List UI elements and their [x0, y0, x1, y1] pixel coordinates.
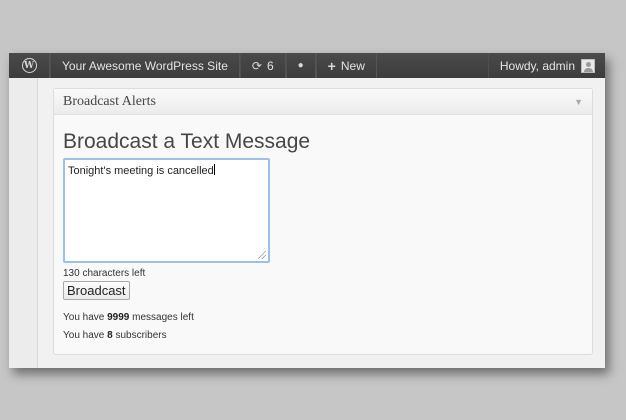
subscribers-suffix: subscribers: [115, 330, 167, 341]
messages-prefix: You have: [63, 312, 105, 323]
subscribers-status: You have 8 subscribers: [63, 330, 583, 341]
message-textarea[interactable]: Tonight's meeting is cancelled: [63, 158, 270, 263]
panel-title: Broadcast Alerts: [63, 93, 156, 109]
admin-sidebar: [9, 78, 38, 368]
updates-count: 6: [266, 58, 274, 73]
new-label: New: [340, 58, 365, 73]
message-text: Tonight's meeting is cancelled: [68, 165, 214, 177]
panel-content: Broadcast a Text Message Tonight's meeti…: [54, 130, 592, 341]
new-content-button[interactable]: + New: [315, 53, 377, 78]
plus-icon: +: [327, 57, 336, 74]
subscribers-prefix: You have: [63, 330, 105, 341]
site-name-label: Your Awesome WordPress Site: [62, 58, 228, 73]
updates-button[interactable]: ⟳ 6: [239, 53, 286, 78]
messages-left-status: You have 9999 messages left: [63, 312, 583, 323]
refresh-icon: ⟳: [251, 58, 262, 73]
panel-header[interactable]: Broadcast Alerts ▼: [54, 89, 592, 115]
avatar: [581, 58, 595, 73]
site-name-link[interactable]: Your Awesome WordPress Site: [50, 53, 240, 78]
text-cursor: [213, 164, 215, 175]
admin-bar: W Your Awesome WordPress Site ⟳ 6 ● + Ne…: [9, 53, 605, 78]
wordpress-logo-icon: W: [21, 58, 37, 73]
account-menu[interactable]: Howdy, admin: [487, 53, 605, 78]
page-heading: Broadcast a Text Message: [63, 130, 311, 153]
broadcast-alerts-panel: Broadcast Alerts ▼ Broadcast a Text Mess…: [53, 88, 593, 355]
collapse-arrow-icon[interactable]: ▼: [574, 97, 583, 107]
characters-left-counter: 130 characters left: [63, 268, 146, 279]
comments-button[interactable]: ●: [285, 53, 316, 78]
subscribers-count: 8: [107, 330, 113, 341]
speech-bubble-icon: ●: [297, 60, 304, 71]
wordpress-logo-button[interactable]: W: [9, 53, 50, 78]
messages-count: 9999: [107, 312, 130, 323]
messages-suffix: messages left: [132, 312, 194, 323]
browser-window: W Your Awesome WordPress Site ⟳ 6 ● + Ne…: [9, 53, 605, 368]
broadcast-button[interactable]: Broadcast: [63, 281, 130, 300]
resize-handle-icon[interactable]: [258, 251, 266, 259]
howdy-label: Howdy, admin: [499, 58, 575, 73]
